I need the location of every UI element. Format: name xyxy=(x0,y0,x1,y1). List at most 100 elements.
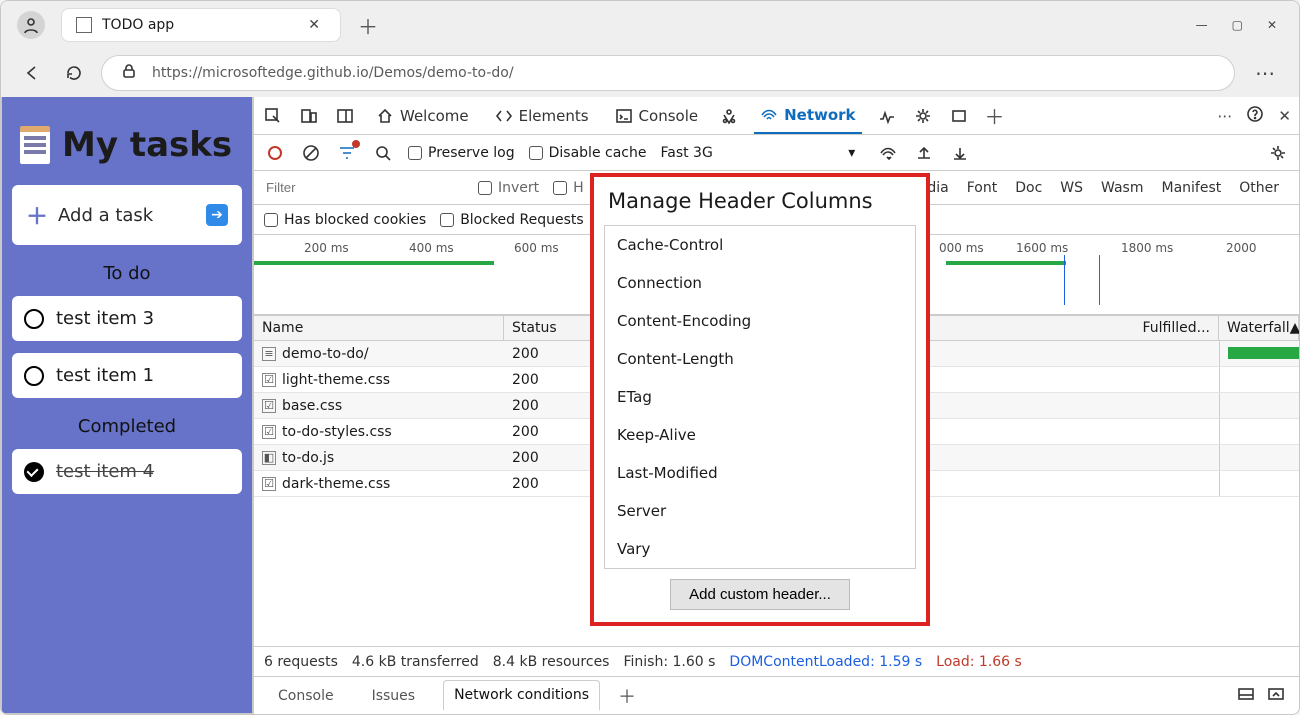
tab-welcome[interactable]: Welcome xyxy=(370,97,475,134)
timeline-tick: 000 ms xyxy=(939,241,984,255)
add-drawer-tab-icon[interactable]: ＋ xyxy=(618,683,636,709)
network-settings-icon[interactable] xyxy=(1267,142,1289,164)
devtools-more-icon[interactable]: ⋯ xyxy=(1217,107,1232,125)
todo-section-label: To do xyxy=(12,263,242,284)
type-filter[interactable]: dia xyxy=(927,180,948,196)
new-tab-button[interactable]: ＋ xyxy=(353,10,383,40)
drawer-tab-network-conditions[interactable]: Network conditions xyxy=(443,680,600,711)
timeline-tick: 400 ms xyxy=(409,241,454,255)
profile-avatar[interactable] xyxy=(17,11,45,39)
task-item-completed[interactable]: test item 4 xyxy=(12,449,242,494)
back-arrow-icon xyxy=(23,64,41,82)
type-filter[interactable]: Doc xyxy=(1015,180,1042,196)
filter-toggle-icon[interactable] xyxy=(336,142,358,164)
type-filter[interactable]: Manifest xyxy=(1161,180,1221,196)
browser-menu-button[interactable]: ⋯ xyxy=(1247,61,1283,85)
app-title: My tasks xyxy=(12,107,242,173)
js-icon: ◧ xyxy=(262,451,276,465)
header-column-item[interactable]: Vary xyxy=(605,530,915,568)
header-column-item[interactable]: Last-Modified xyxy=(605,454,915,492)
browser-tab[interactable]: TODO app ✕ xyxy=(61,8,341,42)
throttle-select[interactable]: Fast 3G xyxy=(660,145,712,161)
disable-cache-checkbox[interactable]: Disable cache xyxy=(529,145,647,161)
status-bar: 6 requests 4.6 kB transferred 8.4 kB res… xyxy=(254,646,1299,676)
task-item[interactable]: test item 1 xyxy=(12,353,242,398)
import-icon[interactable] xyxy=(913,142,935,164)
type-filter[interactable]: Font xyxy=(967,180,997,196)
type-filter[interactable]: Wasm xyxy=(1101,180,1143,196)
tab-network[interactable]: Network xyxy=(754,97,861,134)
tab-console[interactable]: Console xyxy=(609,97,705,134)
timeline-tick: 1600 ms xyxy=(1016,241,1068,255)
header-column-item[interactable]: Content-Encoding xyxy=(605,302,915,340)
header-column-item[interactable]: Connection xyxy=(605,264,915,302)
devtools-right-controls: ⋯ ✕ xyxy=(1217,105,1291,127)
close-window-button[interactable]: ✕ xyxy=(1267,18,1277,32)
drawer-tab-issues[interactable]: Issues xyxy=(362,682,426,710)
tab-close-button[interactable]: ✕ xyxy=(302,17,326,33)
add-task-button[interactable]: ＋ Add a task ➔ xyxy=(12,185,242,245)
checked-icon[interactable] xyxy=(24,462,44,482)
blocked-cookies-checkbox[interactable]: Has blocked cookies xyxy=(264,212,426,228)
home-icon xyxy=(376,107,394,125)
inspect-element-icon[interactable] xyxy=(262,105,284,127)
lock-icon xyxy=(120,62,138,84)
search-icon[interactable] xyxy=(372,142,394,164)
clipboard-icon xyxy=(20,126,50,164)
unchecked-icon[interactable] xyxy=(24,366,44,386)
refresh-icon xyxy=(65,64,83,82)
task-item[interactable]: test item 3 xyxy=(12,296,242,341)
help-icon[interactable] xyxy=(1246,105,1264,127)
performance-icon[interactable] xyxy=(876,105,898,127)
record-button[interactable] xyxy=(264,142,286,164)
status-finish: Finish: 1.60 s xyxy=(623,654,715,670)
close-devtools-button[interactable]: ✕ xyxy=(1278,107,1291,125)
css-icon: ☑ xyxy=(262,373,276,387)
submit-icon[interactable]: ➔ xyxy=(206,204,228,226)
filter-input[interactable] xyxy=(264,179,464,196)
address-bar-row: https://microsoftedge.github.io/Demos/de… xyxy=(1,49,1299,97)
type-filter[interactable]: Other xyxy=(1239,180,1279,196)
type-filters: dia Font Doc WS Wasm Manifest Other xyxy=(917,174,1289,202)
sort-icon: ▲ xyxy=(1290,320,1299,336)
css-icon: ☑ xyxy=(262,425,276,439)
timeline-tick: 600 ms xyxy=(514,241,559,255)
preserve-log-checkbox[interactable]: Preserve log xyxy=(408,145,515,161)
add-tab-icon[interactable]: ＋ xyxy=(984,105,1006,127)
drawer-tab-console[interactable]: Console xyxy=(268,682,344,710)
app-title-text: My tasks xyxy=(62,125,232,165)
col-name[interactable]: Name xyxy=(254,316,504,340)
col-status[interactable]: Status xyxy=(504,316,599,340)
blocked-requests-checkbox[interactable]: Blocked Requests xyxy=(440,212,583,228)
throttle-dropdown-icon[interactable]: ▾ xyxy=(841,142,863,164)
drawer-expand-icon[interactable] xyxy=(1267,685,1285,707)
maximize-button[interactable]: ▢ xyxy=(1232,18,1243,32)
status-transferred: 4.6 kB transferred xyxy=(352,654,479,670)
header-column-item[interactable]: Cache-Control xyxy=(605,226,915,264)
back-button[interactable] xyxy=(17,58,47,88)
type-filter[interactable]: WS xyxy=(1060,180,1083,196)
refresh-button[interactable] xyxy=(59,58,89,88)
header-column-item[interactable]: Keep-Alive xyxy=(605,416,915,454)
document-icon: ≡ xyxy=(262,347,276,361)
export-icon[interactable] xyxy=(949,142,971,164)
clear-button[interactable] xyxy=(300,142,322,164)
dock-side-icon[interactable] xyxy=(334,105,356,127)
device-toolbar-icon[interactable] xyxy=(298,105,320,127)
address-bar[interactable]: https://microsoftedge.github.io/Demos/de… xyxy=(101,55,1235,91)
header-column-item[interactable]: Server xyxy=(605,492,915,530)
hide-data-checkbox[interactable]: H xyxy=(553,180,584,196)
sources-icon[interactable] xyxy=(718,105,740,127)
add-custom-header-button[interactable]: Add custom header... xyxy=(670,579,850,610)
network-conditions-icon[interactable] xyxy=(877,142,899,164)
unchecked-icon[interactable] xyxy=(24,309,44,329)
more-tabs-icon[interactable] xyxy=(948,105,970,127)
minimize-button[interactable]: — xyxy=(1196,18,1208,32)
header-column-item[interactable]: Content-Length xyxy=(605,340,915,378)
col-waterfall[interactable]: Waterfall▲ xyxy=(1219,316,1299,340)
tab-elements[interactable]: Elements xyxy=(489,97,595,134)
header-column-item[interactable]: ETag xyxy=(605,378,915,416)
drawer-dock-icon[interactable] xyxy=(1237,685,1255,707)
settings-gear-icon[interactable] xyxy=(912,105,934,127)
invert-checkbox[interactable]: Invert xyxy=(478,180,539,196)
